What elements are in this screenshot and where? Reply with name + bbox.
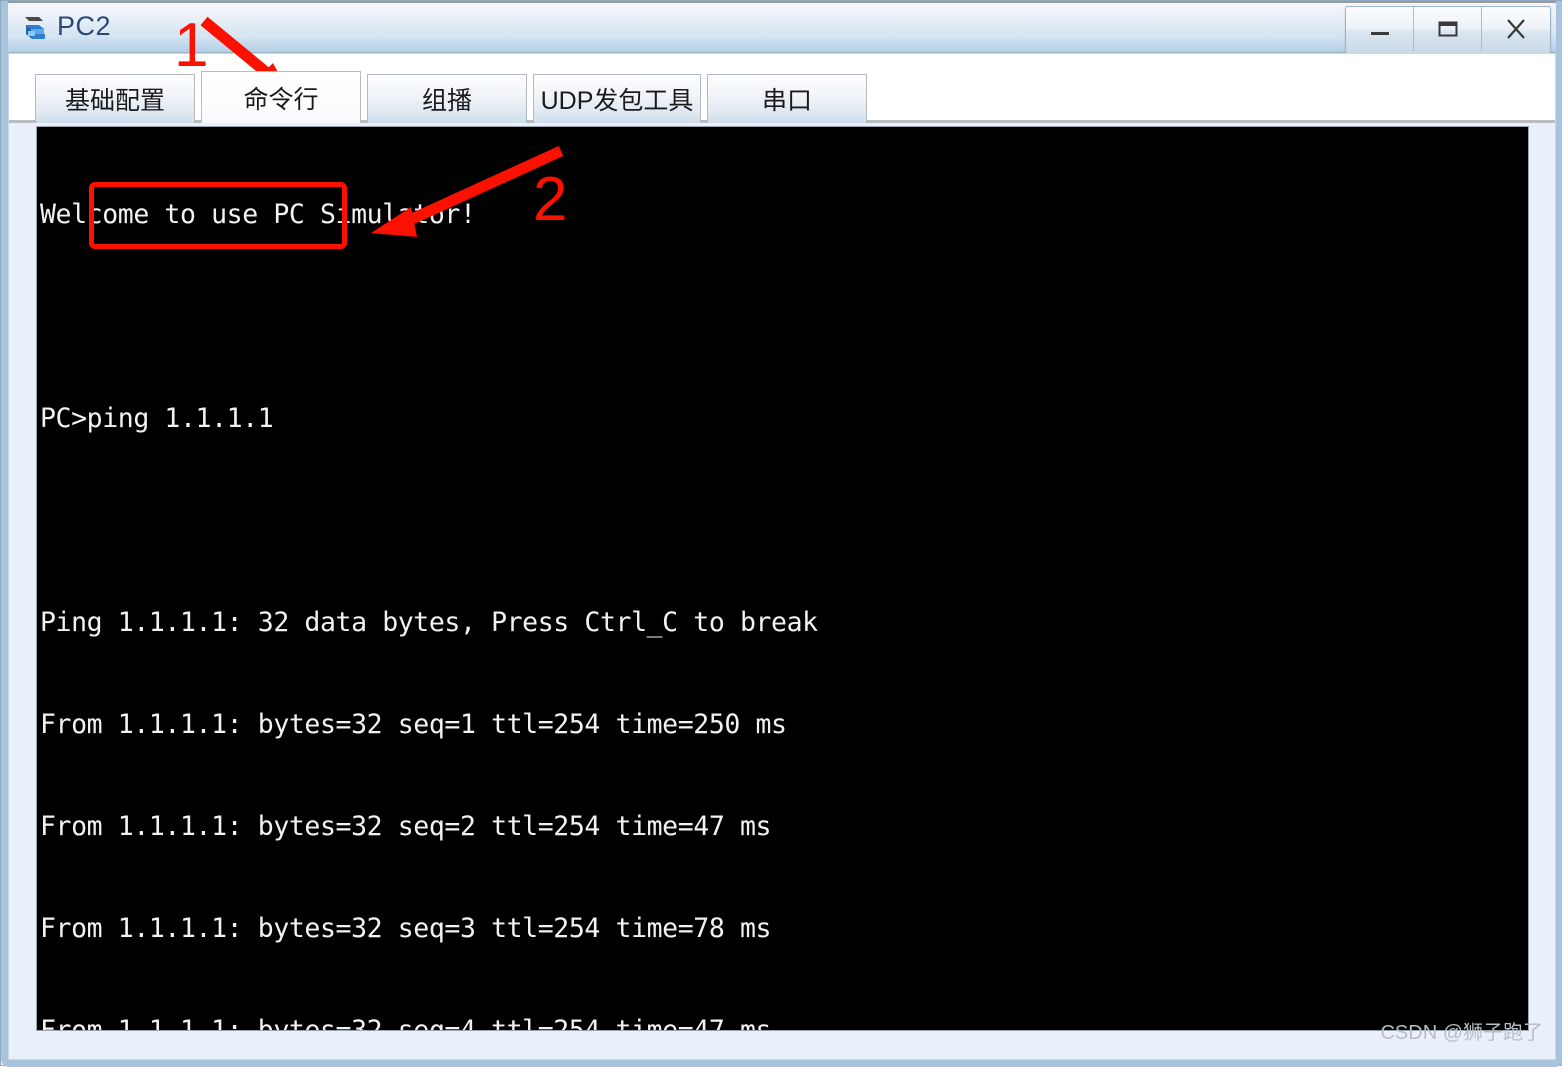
terminal-console[interactable]: Welcome to use PC Simulator! PC>ping 1.1… — [36, 126, 1529, 1031]
terminal-line-command: PC>ping 1.1.1.1 — [40, 403, 274, 434]
tab-multicast[interactable]: 组播 — [367, 74, 527, 123]
terminal-line: From 1.1.1.1: bytes=32 seq=1 ttl=254 tim… — [40, 709, 787, 740]
tab-strip: 基础配置 命令行 组播 UDP发包工具 串口 — [9, 54, 1555, 123]
window-controls — [1345, 6, 1551, 54]
terminal-output: Welcome to use PC Simulator! PC>ping 1.1… — [40, 130, 818, 1031]
maximize-icon — [1435, 18, 1461, 40]
pc-device-icon — [19, 12, 53, 46]
tab-list: 基础配置 命令行 组播 UDP发包工具 串口 — [35, 71, 873, 123]
terminal-line: From 1.1.1.1: bytes=32 seq=3 ttl=254 tim… — [40, 913, 772, 944]
tab-serial-port-label: 串口 — [761, 87, 812, 115]
tab-udp-tool[interactable]: UDP发包工具 — [533, 74, 701, 123]
window-title: PC2 — [57, 11, 112, 41]
tab-basic-config[interactable]: 基础配置 — [35, 74, 195, 123]
tab-command-line-label: 命令行 — [243, 85, 319, 114]
window-titlebar[interactable]: PC2 — [1, 1, 1562, 54]
tab-multicast-label: 组播 — [421, 87, 472, 115]
terminal-line: Ping 1.1.1.1: 32 data bytes, Press Ctrl_… — [40, 607, 818, 638]
terminal-line: From 1.1.1.1: bytes=32 seq=2 ttl=254 tim… — [40, 811, 772, 842]
tab-command-line[interactable]: 命令行 — [201, 71, 361, 123]
pc2-simulator-window: PC2 基础配置 命令行 组播 UDP发包工具 串口 Welcome to us… — [0, 0, 1562, 1067]
tab-serial-port[interactable]: 串口 — [707, 74, 867, 123]
minimize-icon — [1367, 19, 1393, 39]
close-icon — [1503, 16, 1529, 42]
close-button[interactable] — [1482, 7, 1550, 51]
maximize-button[interactable] — [1414, 7, 1482, 51]
watermark-text: CSDN @狮子跑了 — [1380, 1022, 1543, 1044]
tab-udp-tool-label: UDP发包工具 — [540, 87, 694, 115]
terminal-line: From 1.1.1.1: bytes=32 seq=4 ttl=254 tim… — [40, 1015, 772, 1031]
minimize-button[interactable] — [1346, 7, 1414, 51]
tab-basic-config-label: 基础配置 — [64, 87, 165, 115]
terminal-line: Welcome to use PC Simulator! — [40, 199, 476, 230]
